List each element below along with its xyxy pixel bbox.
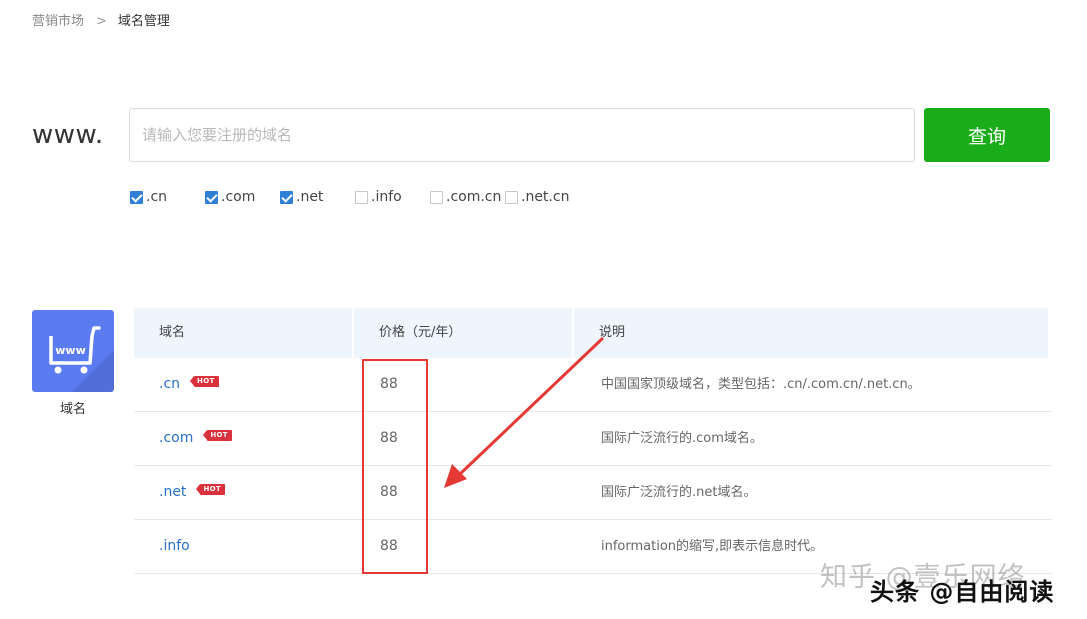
- header-domain: 域名: [134, 308, 352, 358]
- search-button[interactable]: 查询: [924, 108, 1050, 162]
- domain-link[interactable]: .info: [159, 520, 190, 573]
- tld-option-cn[interactable]: .cn: [130, 189, 167, 205]
- description-text: 中国国家顶级域名，类型包括：.cn/.com.cn/.net.cn。: [601, 377, 921, 392]
- breadcrumb: 营销市场 > 域名管理: [32, 10, 170, 29]
- table-row: .cn HOT 88 中国国家顶级域名，类型包括：.cn/.com.cn/.net…: [134, 358, 1052, 412]
- breadcrumb-current: 域名管理: [117, 14, 170, 29]
- tld-option-net[interactable]: .net: [280, 189, 323, 205]
- domain-link[interactable]: .net HOT: [159, 466, 225, 519]
- domain-category-tile[interactable]: www: [32, 310, 114, 392]
- hot-badge: HOT: [189, 376, 219, 387]
- hot-badge: HOT: [196, 484, 225, 495]
- tld-label: .com: [221, 189, 256, 205]
- tld-option-com-cn[interactable]: .com.cn: [430, 189, 501, 205]
- tld-checkbox[interactable]: [430, 190, 443, 204]
- tld-checkbox[interactable]: [280, 190, 293, 204]
- price-value: 88: [380, 376, 398, 392]
- tld-option-info[interactable]: .info: [355, 189, 402, 205]
- domain-name: .net: [159, 484, 187, 500]
- hot-badge: HOT: [203, 430, 232, 441]
- www-cart-icon: www: [49, 326, 114, 392]
- table-row: .com HOT 88 国际广泛流行的.com域名。: [134, 412, 1052, 466]
- description-text: 国际广泛流行的.com域名。: [601, 431, 763, 446]
- tld-label: .net: [296, 189, 324, 205]
- breadcrumb-parent-link[interactable]: 营销市场: [32, 14, 84, 29]
- domain-name: .com: [159, 430, 194, 446]
- tile-icon-text: www: [55, 344, 86, 357]
- tld-checkbox[interactable]: [355, 190, 368, 204]
- www-prefix-label: www.: [32, 120, 104, 150]
- tld-label: .info: [371, 189, 402, 205]
- domain-search-input[interactable]: [129, 108, 915, 162]
- description-text: 国际广泛流行的.net域名。: [601, 485, 757, 500]
- domain-price-table: 域名 价格（元/年） 说明 .cn HOT 88 中国国家顶级域名，类型包括：.c…: [134, 308, 1052, 574]
- tld-label: .net.cn: [521, 189, 570, 205]
- price-value: 88: [380, 484, 398, 500]
- domain-link[interactable]: .cn HOT: [159, 358, 219, 411]
- tld-option-net-cn[interactable]: .net.cn: [505, 189, 569, 205]
- domain-name: .info: [159, 538, 190, 554]
- tld-checkbox[interactable]: [505, 190, 518, 204]
- description-text: information的缩写,即表示信息时代。: [601, 539, 824, 554]
- tld-label: .com.cn: [446, 189, 502, 205]
- domain-tile-label: 域名: [59, 402, 86, 417]
- header-price: 价格（元/年）: [354, 308, 572, 358]
- tld-label: .cn: [146, 189, 168, 205]
- table-row: .net HOT 88 国际广泛流行的.net域名。: [134, 466, 1052, 520]
- breadcrumb-separator: >: [96, 14, 107, 29]
- price-value: 88: [380, 430, 398, 446]
- tld-option-com[interactable]: .com: [205, 189, 255, 205]
- header-description: 说明: [574, 308, 1048, 358]
- domain-link[interactable]: .com HOT: [159, 412, 232, 465]
- table-header: 域名 价格（元/年） 说明: [134, 308, 1052, 358]
- toutiao-watermark: 头条 @自由阅读: [870, 578, 1055, 606]
- price-value: 88: [380, 538, 398, 554]
- domain-name: .cn: [159, 376, 181, 392]
- tld-checkbox[interactable]: [130, 190, 143, 204]
- tld-checkbox[interactable]: [205, 190, 218, 204]
